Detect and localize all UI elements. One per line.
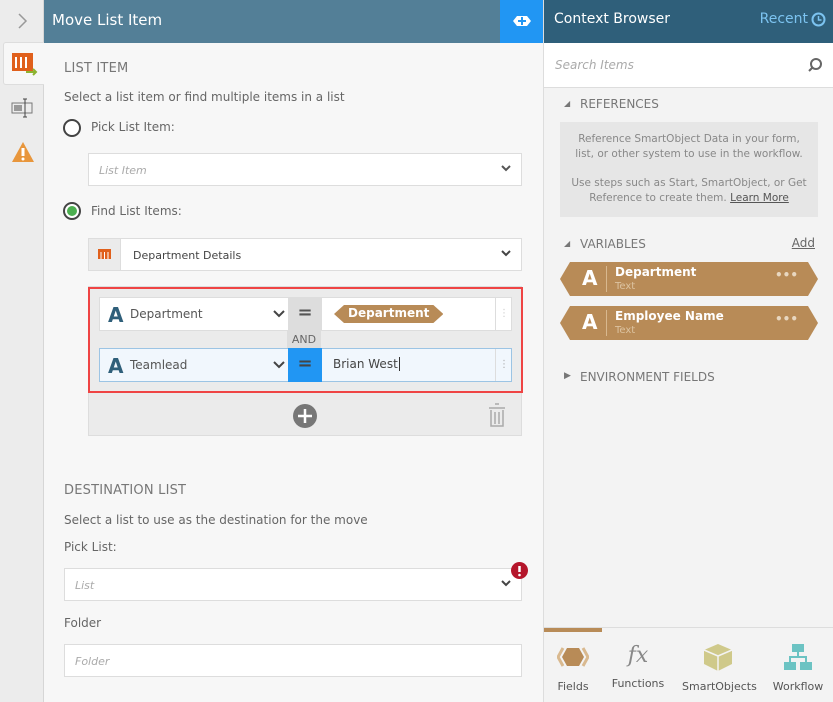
add-filter-icon[interactable] bbox=[293, 404, 317, 431]
fields-icon bbox=[556, 647, 590, 667]
list-icon bbox=[89, 239, 121, 270]
search-input[interactable]: Search Items bbox=[544, 43, 833, 88]
tab-label: Fields bbox=[557, 680, 589, 693]
collapse-triangle-icon[interactable]: ◢ bbox=[564, 99, 570, 108]
list-move-icon bbox=[12, 53, 38, 76]
filter-value-input[interactable]: Brian West bbox=[333, 357, 400, 371]
variable-name: Employee Name bbox=[615, 309, 724, 323]
add-variable-link[interactable]: Add bbox=[792, 236, 815, 250]
chevron-down-icon bbox=[501, 250, 511, 257]
smartobject-cube-icon bbox=[703, 644, 733, 671]
list-item-heading: LIST ITEM bbox=[64, 61, 129, 76]
add-icon bbox=[513, 16, 531, 26]
operator-equals-button[interactable]: = bbox=[288, 348, 322, 382]
filter-field[interactable]: Department bbox=[130, 307, 203, 321]
chevron-down-icon[interactable] bbox=[273, 309, 285, 319]
text-type-icon: A bbox=[582, 266, 598, 290]
drag-handle[interactable]: ⋮ bbox=[495, 298, 512, 330]
collapse-triangle-icon[interactable]: ◢ bbox=[564, 239, 570, 248]
pick-list-item-radio[interactable] bbox=[63, 119, 81, 137]
tab-smartobjects[interactable]: SmartObjects bbox=[682, 642, 757, 693]
list-item-dropdown[interactable]: List Item bbox=[88, 153, 522, 186]
page-title: Move List Item bbox=[44, 0, 500, 43]
variables-heading[interactable]: VARIABLES bbox=[580, 237, 646, 251]
active-tab-indicator bbox=[544, 628, 602, 632]
references-text: Reference SmartObject Data in your form,… bbox=[575, 133, 803, 160]
pick-list-label: Pick List: bbox=[64, 540, 117, 554]
list-dropdown[interactable]: Department Details bbox=[88, 238, 522, 271]
text-type-icon: A bbox=[582, 310, 598, 334]
destination-description: Select a list to use as the destination … bbox=[64, 513, 368, 527]
list-value: Department Details bbox=[133, 249, 242, 262]
list-item-description: Select a list item or find multiple item… bbox=[64, 90, 345, 104]
find-list-items-radio[interactable] bbox=[63, 202, 81, 220]
chevron-down-icon[interactable] bbox=[273, 360, 285, 370]
variable-item[interactable]: A Employee Name Text ••• bbox=[560, 306, 818, 340]
text-type-icon: A bbox=[108, 303, 124, 327]
context-browser: Context Browser Recent Search Items ◢ RE… bbox=[543, 0, 833, 702]
list-item-placeholder: List Item bbox=[99, 164, 147, 177]
tab-label: Workflow bbox=[772, 680, 824, 693]
tab-workflow[interactable]: Workflow bbox=[762, 642, 833, 693]
search-placeholder: Search Items bbox=[555, 58, 634, 72]
variable-token[interactable]: Department bbox=[334, 305, 443, 323]
references-info: Reference SmartObject Data in your form,… bbox=[560, 122, 818, 217]
add-button[interactable] bbox=[500, 0, 543, 43]
pick-list-item-label: Pick List Item: bbox=[91, 120, 175, 134]
destination-heading: DESTINATION LIST bbox=[64, 483, 187, 498]
chevron-down-icon bbox=[501, 165, 511, 172]
left-rail bbox=[0, 0, 45, 702]
text-type-icon: A bbox=[108, 354, 124, 378]
and-joiner: AND bbox=[287, 331, 321, 348]
workflow-icon bbox=[784, 644, 812, 670]
learn-more-link[interactable]: Learn More bbox=[730, 192, 789, 204]
list-placeholder: List bbox=[75, 579, 95, 592]
find-list-items-label: Find List Items: bbox=[91, 204, 182, 218]
tab-label: Functions bbox=[611, 677, 665, 690]
operator-equals-button[interactable]: = bbox=[288, 297, 322, 331]
variable-type: Text bbox=[615, 281, 636, 292]
variable-item[interactable]: A Department Text ••• bbox=[560, 262, 818, 296]
chevron-down-icon bbox=[501, 580, 511, 587]
filter-row: A Teamlead = Brian West ⋮ bbox=[99, 348, 512, 382]
trash-icon[interactable] bbox=[487, 402, 507, 431]
context-browser-title: Context Browser bbox=[554, 11, 671, 27]
more-options-icon[interactable]: ••• bbox=[775, 312, 798, 326]
recent-button[interactable]: Recent bbox=[760, 11, 808, 27]
folder-placeholder: Folder bbox=[75, 655, 110, 668]
tab-functions[interactable]: fx Functions bbox=[602, 643, 674, 691]
filter-field[interactable]: Teamlead bbox=[130, 358, 187, 372]
filter-row: A Department = Department ⋮ bbox=[99, 297, 512, 331]
error-icon bbox=[511, 562, 528, 582]
destination-list-dropdown[interactable]: List bbox=[64, 568, 522, 601]
variable-type: Text bbox=[615, 325, 636, 336]
more-options-icon[interactable]: ••• bbox=[775, 268, 798, 282]
variable-name: Department bbox=[615, 265, 697, 279]
properties-icon[interactable] bbox=[10, 96, 34, 123]
tab-label: SmartObjects bbox=[682, 680, 757, 693]
references-heading[interactable]: REFERENCES bbox=[580, 97, 659, 111]
fx-icon: fx bbox=[627, 643, 649, 668]
list-step-tab[interactable] bbox=[3, 42, 45, 85]
drag-handle[interactable]: ⋮ bbox=[495, 349, 512, 381]
environment-fields-heading[interactable]: ENVIRONMENT FIELDS bbox=[580, 370, 715, 384]
folder-input[interactable]: Folder bbox=[64, 644, 522, 677]
warning-icon[interactable] bbox=[11, 140, 35, 167]
tab-fields[interactable]: Fields bbox=[537, 645, 609, 693]
expand-triangle-icon[interactable]: ▶ bbox=[564, 371, 571, 381]
folder-label: Folder bbox=[64, 616, 102, 630]
expand-chevron-icon[interactable] bbox=[14, 10, 30, 32]
clock-icon[interactable] bbox=[811, 12, 826, 27]
search-icon[interactable] bbox=[807, 57, 823, 73]
